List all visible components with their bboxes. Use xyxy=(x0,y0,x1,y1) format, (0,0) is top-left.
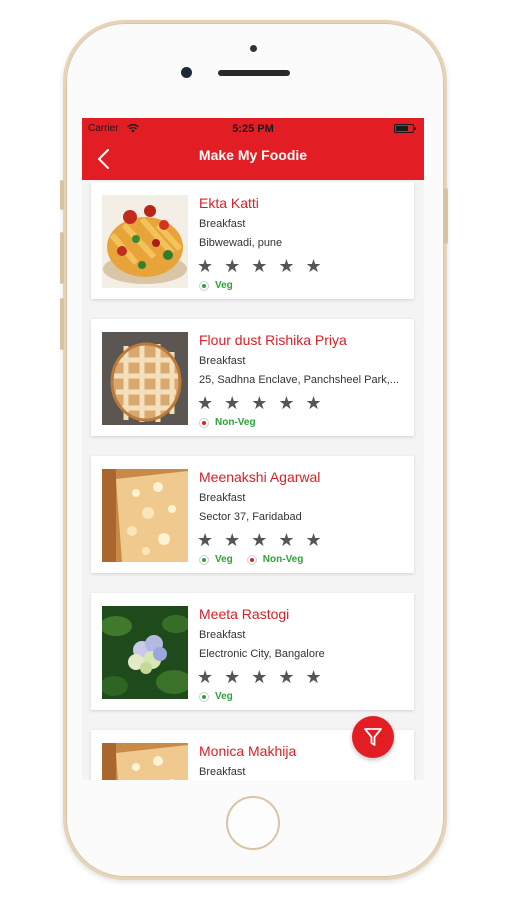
earpiece-speaker xyxy=(218,70,290,76)
restaurant-name: Ekta Katti xyxy=(199,195,259,211)
veg-tag: Veg xyxy=(199,280,233,291)
restaurant-name: Meenakshi Agarwal xyxy=(199,469,321,485)
non-veg-tag: Non-Veg xyxy=(199,417,256,428)
status-bar: Carrier 5:25 PM xyxy=(82,118,424,138)
restaurant-card[interactable]: Flour dust Rishika Priya Breakfast 25, S… xyxy=(91,319,414,436)
filter-button[interactable] xyxy=(352,716,394,758)
mute-switch xyxy=(60,180,64,210)
non-veg-dot-icon xyxy=(199,417,209,428)
proximity-sensor xyxy=(250,45,257,52)
battery-icon xyxy=(394,124,416,133)
restaurant-name: Flour dust Rishika Priya xyxy=(199,332,347,348)
food-type-tags: Non-Veg xyxy=(199,417,256,428)
star-rating[interactable]: ★ ★ ★ ★ ★ xyxy=(197,667,325,687)
food-photo xyxy=(102,195,188,288)
food-type-tags: Veg xyxy=(199,280,233,291)
restaurant-category: Breakfast xyxy=(199,218,246,230)
tag-label: Veg xyxy=(215,280,233,291)
restaurant-name: Monica Makhija xyxy=(199,743,297,759)
star-rating[interactable]: ★ ★ ★ ★ ★ xyxy=(197,256,325,276)
navigation-bar: Make My Foodie xyxy=(82,138,424,180)
page-title: Make My Foodie xyxy=(198,147,308,163)
veg-tag: Veg xyxy=(199,554,233,565)
restaurant-category: Breakfast xyxy=(199,629,246,641)
front-camera xyxy=(181,67,192,78)
restaurant-name: Meeta Rastogi xyxy=(199,606,290,622)
restaurant-category: Breakfast xyxy=(199,492,246,504)
restaurant-card[interactable]: Meenakshi Agarwal Breakfast Sector 37, F… xyxy=(91,456,414,573)
star-rating[interactable]: ★ ★ ★ ★ ★ xyxy=(197,393,325,413)
filter-funnel-icon xyxy=(364,728,382,746)
star-rating[interactable]: ★ ★ ★ ★ ★ xyxy=(197,530,325,550)
tag-label: Non-Veg xyxy=(262,554,304,565)
tag-label: Veg xyxy=(215,691,233,702)
veg-tag: Veg xyxy=(199,691,233,702)
tag-label: Non-Veg xyxy=(215,417,256,428)
volume-down-button xyxy=(60,298,64,350)
restaurant-category: Breakfast xyxy=(199,766,246,778)
veg-dot-icon xyxy=(199,554,209,565)
non-veg-tag: Non-Veg xyxy=(246,554,304,565)
non-veg-dot-icon xyxy=(246,554,257,565)
food-photo xyxy=(102,469,188,562)
restaurant-address: Electronic City, Bangalore xyxy=(199,648,325,660)
food-photo xyxy=(102,332,188,425)
volume-up-button xyxy=(60,232,64,284)
restaurant-category: Breakfast xyxy=(199,355,246,367)
veg-dot-icon xyxy=(199,691,209,702)
restaurant-address: 25, Sadhna Enclave, Panchsheel Park,... xyxy=(199,374,399,386)
tag-label: Veg xyxy=(215,554,233,565)
restaurant-card[interactable]: Ekta Katti Breakfast Bibwewadi, pune ★ ★… xyxy=(91,182,414,299)
status-time: 5:25 PM xyxy=(232,123,274,135)
restaurant-address: Sector 37, Faridabad xyxy=(199,511,302,523)
app-screen: Carrier 5:25 PM Make My Foodie Ekta Katt… xyxy=(82,118,424,780)
restaurant-card[interactable]: Meeta Rastogi Breakfast Electronic City,… xyxy=(91,593,414,710)
power-button xyxy=(444,188,448,244)
food-photo xyxy=(102,743,188,780)
food-photo xyxy=(102,606,188,699)
restaurant-list[interactable]: Ekta Katti Breakfast Bibwewadi, pune ★ ★… xyxy=(82,180,424,780)
restaurant-address: Bibwewadi, pune xyxy=(199,237,283,249)
food-type-tags: Veg xyxy=(199,691,233,702)
food-type-tags: Veg Non-Veg xyxy=(199,554,303,565)
home-button[interactable] xyxy=(226,796,280,850)
veg-dot-icon xyxy=(199,280,209,291)
